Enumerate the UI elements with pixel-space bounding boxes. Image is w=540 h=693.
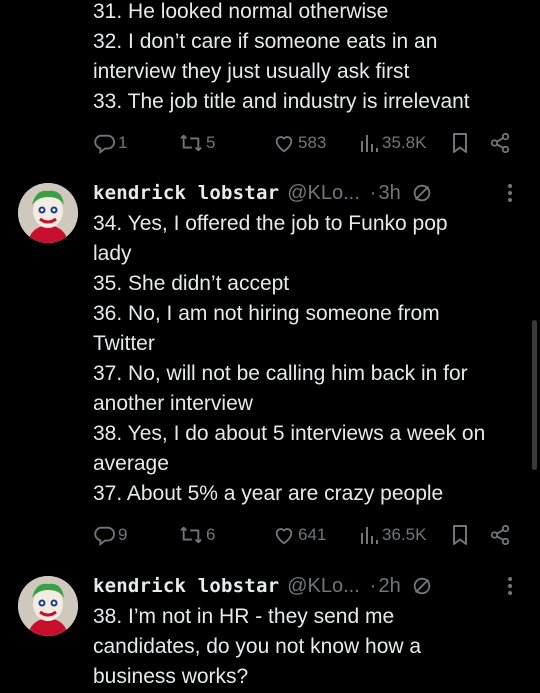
bookmark-icon: [450, 132, 470, 154]
tweet-line: business works?: [93, 665, 249, 688]
tweet-line: 36. No, I am not hiring someone from: [93, 302, 440, 325]
heart-icon: [273, 524, 295, 546]
tweet-bottom-body: 38. I’m not in HR - they send me candida…: [93, 602, 533, 692]
handle[interactable]: @KLo...: [287, 575, 360, 598]
tweet-line: 37. No, will not be calling him back in …: [93, 362, 468, 385]
share-button[interactable]: [489, 522, 511, 548]
views-count: 35.8K: [382, 133, 427, 152]
tweet-line: 32. I don’t care if someone eats in an: [93, 30, 438, 53]
display-name[interactable]: kendrick lobstar: [93, 182, 279, 204]
tweet-middle-body: 34. Yes, I offered the job to Funko pop …: [93, 209, 533, 509]
tweet-middle-actions: 9 6 641 36.5K: [93, 522, 523, 548]
repost-icon: [179, 132, 203, 154]
scrollbar[interactable]: [532, 320, 537, 470]
heart-icon: [273, 132, 295, 154]
tweet-line: another interview: [93, 392, 253, 415]
repost-button[interactable]: 6: [179, 522, 215, 548]
reply-button[interactable]: 1: [93, 130, 127, 156]
tweet-line: 34. Yes, I offered the job to Funko pop: [93, 212, 448, 235]
views-count: 36.5K: [382, 525, 427, 544]
avatar[interactable]: [18, 183, 78, 243]
share-icon: [489, 132, 511, 154]
repost-count: 6: [206, 525, 216, 544]
views-icon: [359, 132, 379, 154]
avatar-image: [18, 576, 78, 636]
display-name[interactable]: kendrick lobstar: [93, 575, 279, 597]
views-icon: [359, 524, 379, 546]
tweet-line: candidates, do you not know how a: [93, 635, 422, 658]
like-button[interactable]: 641: [273, 522, 326, 548]
separator-dot: ·: [369, 181, 377, 204]
bookmark-button[interactable]: [450, 522, 470, 548]
tweet-top-actions: 1 5 583 35.8K: [93, 130, 523, 156]
separator-dot: ·: [369, 574, 377, 597]
repost-icon: [179, 524, 203, 546]
avatar-image: [18, 183, 78, 243]
tweet-line: 35. She didn’t accept: [93, 272, 290, 295]
timestamp[interactable]: 3h: [378, 182, 400, 205]
reply-icon: [93, 524, 115, 546]
avatar[interactable]: [18, 576, 78, 636]
timestamp[interactable]: 2h: [378, 575, 400, 598]
tweet-line: average: [93, 452, 169, 475]
tweet-line: interview they just usually ask first: [93, 60, 410, 83]
tweet-header: kendrick lobstar @KLo... · 2h: [93, 572, 433, 600]
repost-button[interactable]: 5: [179, 130, 215, 156]
reply-icon: [93, 132, 115, 154]
edit-slash-icon: [411, 182, 433, 204]
tweet-line: 33. The job title and industry is irrele…: [93, 90, 470, 113]
more-dots-icon: [507, 183, 513, 208]
more-dots-icon: [507, 576, 513, 601]
bookmark-icon: [450, 524, 470, 546]
like-button[interactable]: 583: [273, 130, 326, 156]
more-button[interactable]: [500, 181, 520, 209]
reply-count: 9: [118, 525, 128, 544]
bookmark-button[interactable]: [450, 130, 470, 156]
repost-count: 5: [206, 133, 216, 152]
tweet-line: 38. Yes, I do about 5 interviews a week …: [93, 422, 486, 445]
edit-slash-icon: [411, 575, 433, 597]
tweet-line: lady: [93, 242, 132, 265]
tweet-line: 38. I’m not in HR - they send me: [93, 605, 395, 628]
like-count: 583: [298, 133, 327, 152]
share-button[interactable]: [489, 130, 511, 156]
tweet-header: kendrick lobstar @KLo... · 3h: [93, 179, 433, 207]
tweet-line: 31. He looked normal otherwise: [93, 0, 389, 23]
tweet-line: 37. About 5% a year are crazy people: [93, 482, 444, 505]
views-button[interactable]: 36.5K: [359, 522, 426, 548]
reply-count: 1: [118, 133, 128, 152]
like-count: 641: [298, 525, 327, 544]
more-button[interactable]: [500, 574, 520, 602]
views-button[interactable]: 35.8K: [359, 130, 426, 156]
timeline: 31. He looked normal otherwise 32. I don…: [0, 0, 540, 693]
tweet-line: Twitter: [93, 332, 155, 355]
handle[interactable]: @KLo...: [287, 182, 360, 205]
tweet-top-body: 31. He looked normal otherwise 32. I don…: [93, 0, 533, 117]
reply-button[interactable]: 9: [93, 522, 127, 548]
share-icon: [489, 524, 511, 546]
